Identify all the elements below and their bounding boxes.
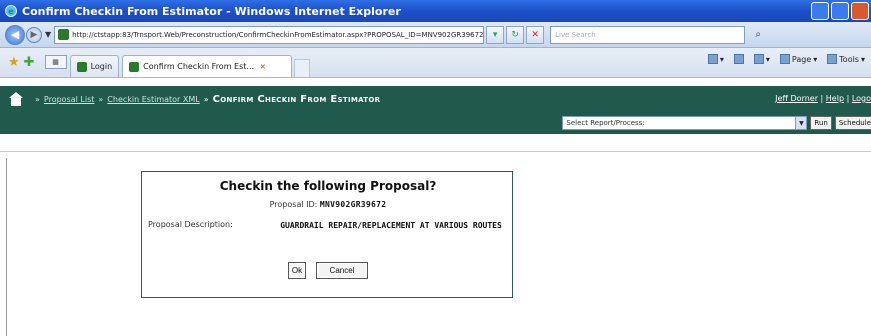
tab-label: Login xyxy=(90,62,113,71)
tab-login[interactable]: Login xyxy=(69,55,120,77)
print-icon xyxy=(753,54,764,64)
command-bar: ▾ ▾ Page ▾ Tools ▾ xyxy=(707,54,865,64)
print-button[interactable]: ▾ xyxy=(753,54,770,64)
page-icon xyxy=(779,54,790,64)
breadcrumb-proposal-list[interactable]: Proposal List xyxy=(44,95,94,104)
page-menu-label: Page xyxy=(791,54,812,64)
breadcrumb-separator: » xyxy=(98,94,104,104)
tab-label: Confirm Checkin From Est... xyxy=(143,62,255,71)
content-left-border xyxy=(6,158,7,336)
favorites-star-icon[interactable]: ★ xyxy=(8,55,20,70)
feeds-icon xyxy=(733,54,744,64)
user-name-link[interactable]: Jeff Dorner xyxy=(775,94,818,103)
maximize-button[interactable] xyxy=(831,2,849,20)
tools-menu[interactable]: Tools ▾ xyxy=(827,54,865,64)
ok-button[interactable]: Ok xyxy=(288,262,306,279)
page-title: Confirm Checkin From Estimator xyxy=(212,93,381,105)
help-link[interactable]: Help xyxy=(826,94,844,103)
dialog-title: Checkin the following Proposal? xyxy=(219,179,437,193)
tools-menu-label: Tools xyxy=(839,54,859,64)
proposal-description-value: GUARDRAIL REPAIR/REPLACEMENT AT VARIOUS … xyxy=(280,221,502,230)
url-text: http://ctstapp:83/Trnsport.Web/Preconstr… xyxy=(72,30,485,39)
history-dropdown-icon[interactable]: ▼ xyxy=(45,30,51,39)
add-favorites-icon[interactable]: ✚ xyxy=(24,55,35,70)
search-icon[interactable]: ⌕ xyxy=(749,26,767,44)
run-button[interactable]: Run xyxy=(810,116,832,130)
dialog-buttons: Ok Cancel xyxy=(142,262,514,279)
confirm-checkin-dialog: Checkin the following Proposal? Proposal… xyxy=(141,171,513,298)
report-toolbar: Select Report/Process: ▼ Run Schedule xyxy=(0,112,871,134)
home-icon[interactable] xyxy=(9,92,23,106)
tab-confirm-checkin[interactable]: Confirm Checkin From Est... ✕ xyxy=(122,55,293,77)
back-button[interactable]: ◀ xyxy=(5,24,25,45)
forward-button[interactable]: ▶ xyxy=(26,26,42,43)
breadcrumb-separator: » xyxy=(35,94,40,104)
schedule-button[interactable]: Schedule xyxy=(834,116,871,130)
logout-link[interactable]: Logo xyxy=(852,94,871,103)
tools-icon xyxy=(827,54,838,64)
close-button[interactable] xyxy=(851,2,869,20)
quick-tabs-icon[interactable]: ▦ xyxy=(44,55,67,69)
minimize-button[interactable] xyxy=(811,2,829,20)
tabs-bar: ★ ✚ ▦ Login Confirm Checkin From Est... … xyxy=(0,48,871,78)
content-divider xyxy=(0,151,871,152)
feeds-button[interactable] xyxy=(733,54,744,64)
breadcrumb-checkin-estimator-xml[interactable]: Checkin Estimator XML xyxy=(107,95,199,104)
site-favicon-icon xyxy=(58,29,70,40)
user-links: Jeff Dorner | Help | Logo xyxy=(775,94,871,103)
proposal-id-value: MNV902GR39672 xyxy=(319,200,387,209)
home-toolbar-button[interactable]: ▾ xyxy=(707,54,724,64)
proposal-description-label: Proposal Description: xyxy=(148,220,233,229)
proposal-id-row: Proposal ID: MNV902GR39672 xyxy=(142,200,514,209)
home-toolbar-icon xyxy=(707,54,718,64)
cancel-button[interactable]: Cancel xyxy=(316,262,368,279)
chevron-down-icon: ▼ xyxy=(795,117,807,129)
report-process-select[interactable]: Select Report/Process: ▼ xyxy=(562,116,808,130)
search-input[interactable]: Live Search xyxy=(550,25,746,44)
report-select-value: Select Report/Process: xyxy=(566,119,645,127)
breadcrumb-separator: » xyxy=(203,94,209,104)
tab-favicon-icon xyxy=(76,61,87,72)
proposal-id-label: Proposal ID: xyxy=(269,200,318,209)
search-placeholder: Live Search xyxy=(555,30,596,39)
refresh-icon[interactable]: ↻ xyxy=(506,25,525,44)
window-title: Confirm Checkin From Estimator - Windows… xyxy=(22,4,401,18)
ie-logo-icon: e xyxy=(5,5,17,17)
window-title-bar: e Confirm Checkin From Estimator - Windo… xyxy=(0,0,871,22)
app-header-bar: » Proposal List » Checkin Estimator XML … xyxy=(0,86,871,112)
window-controls xyxy=(811,2,869,20)
tab-favicon-icon xyxy=(129,61,140,72)
close-tab-icon[interactable]: ✕ xyxy=(260,63,266,71)
address-bar: ◀ ▶ ▼ http://ctstapp:83/Trnsport.Web/Pre… xyxy=(0,22,871,48)
page-menu[interactable]: Page ▾ xyxy=(779,54,817,64)
url-dropdown-icon[interactable]: ▾ xyxy=(486,25,505,44)
stop-icon[interactable]: ✕ xyxy=(526,25,545,44)
new-tab-button[interactable] xyxy=(294,59,311,77)
url-input[interactable]: http://ctstapp:83/Trnsport.Web/Preconstr… xyxy=(54,25,485,44)
